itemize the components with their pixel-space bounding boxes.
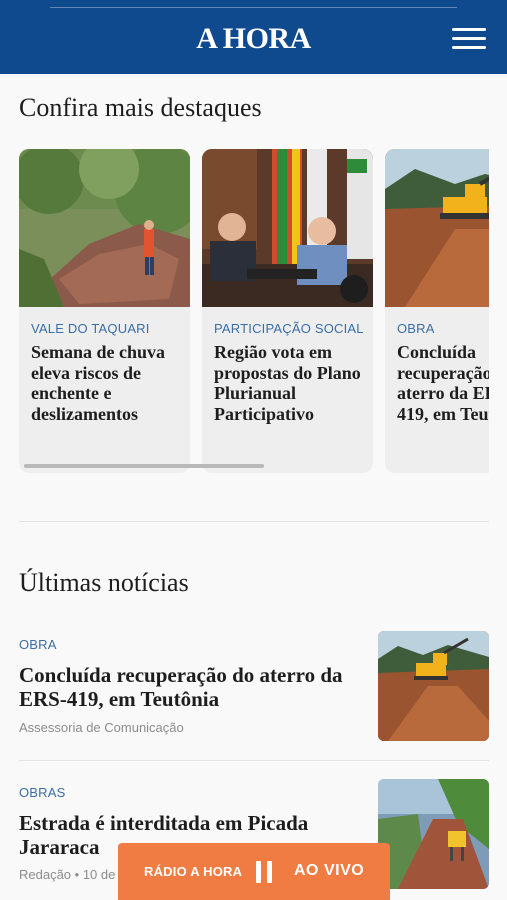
news-item[interactable]: OBRA Concluída recuperação do aterro da …: [19, 631, 489, 744]
news-author: Assessoria de Comunicação: [19, 720, 184, 735]
highlight-card[interactable]: VALE DO TAQUARI Semana de chuva eleva ri…: [19, 149, 190, 473]
news-thumbnail[interactable]: [378, 631, 489, 741]
card-category: PARTICIPAÇÃO SOCIAL: [214, 321, 364, 336]
card-image: [202, 149, 373, 307]
radio-live-player[interactable]: RÁDIO A HORA AO VIVO: [118, 843, 390, 900]
card-image: [385, 149, 489, 307]
hamburger-menu-icon[interactable]: [452, 28, 486, 52]
latest-news-title: Últimas notícias: [19, 568, 189, 597]
card-title[interactable]: Semana de chuva eleva riscos de enchente…: [31, 342, 178, 424]
highlights-carousel[interactable]: VALE DO TAQUARI Semana de chuva eleva ri…: [19, 149, 489, 475]
pause-icon[interactable]: [256, 861, 274, 883]
card-title[interactable]: Região vota em propostas do Plano Pluria…: [214, 342, 361, 424]
header-divider: [50, 7, 457, 8]
card-category: VALE DO TAQUARI: [31, 321, 150, 336]
radio-label: RÁDIO A HORA: [144, 864, 243, 879]
live-status: AO VIVO: [294, 862, 365, 879]
card-image: [19, 149, 190, 307]
news-divider: [19, 760, 489, 761]
highlight-card[interactable]: PARTICIPAÇÃO SOCIAL Região vota em propo…: [202, 149, 373, 473]
news-title[interactable]: Concluída recuperação do aterro da ERS-4…: [19, 663, 354, 711]
top-header: A HORA: [0, 0, 507, 74]
card-title[interactable]: Concluída recuperação do aterro da ERS-4…: [397, 342, 489, 424]
carousel-scrollbar[interactable]: [24, 464, 264, 468]
highlight-card[interactable]: OBRA Concluída recuperação do aterro da …: [385, 149, 489, 473]
section-divider: [19, 521, 489, 522]
site-logo[interactable]: A HORA: [0, 22, 507, 56]
highlights-title: Confira mais destaques: [19, 93, 262, 122]
card-category: OBRA: [397, 321, 435, 336]
news-author: Redação • 10 de: [19, 867, 116, 882]
news-thumbnail[interactable]: [378, 779, 489, 889]
